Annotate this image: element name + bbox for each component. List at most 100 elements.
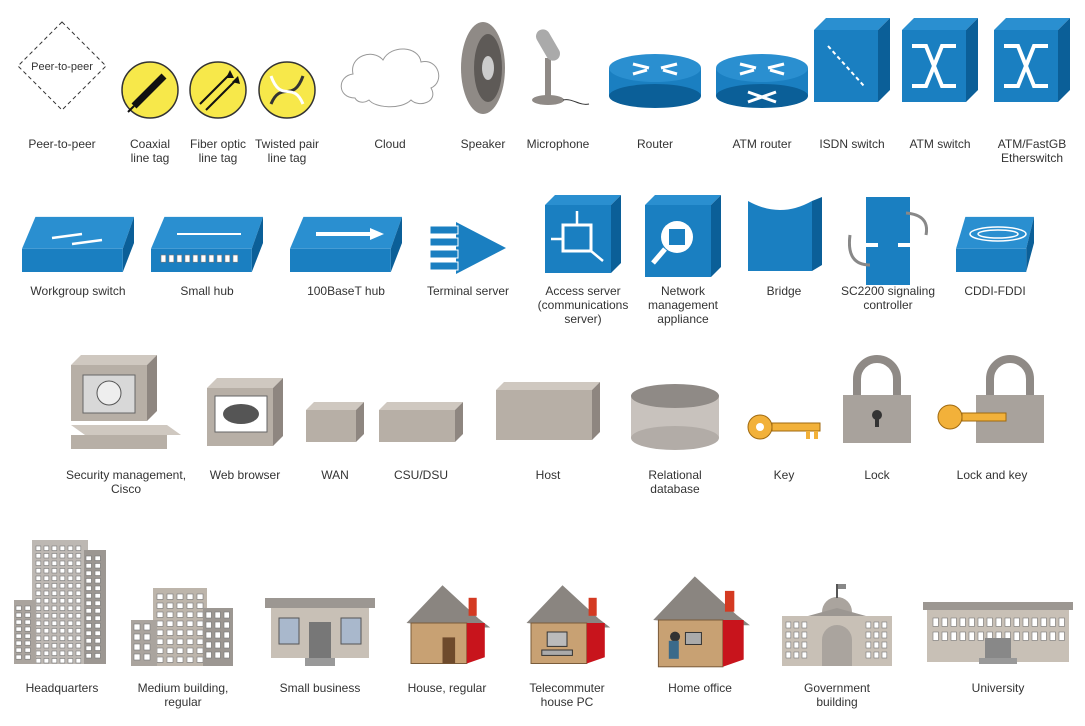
shape-medium-building-regular[interactable] [131,580,235,666]
shape-label: Microphone [526,137,590,151]
shape-label: Government building [803,681,871,709]
atm-router-icon [716,54,808,108]
shape-coaxial-line-tag[interactable] [120,60,180,120]
shape-host[interactable] [496,382,600,440]
shape-twisted-pair-line-tag[interactable] [257,60,317,120]
shape-label: Home office [668,681,732,695]
shape-label: Host [535,468,561,482]
shape-peer-to-peer[interactable]: Peer-to-peer [14,18,110,114]
shape-label: ISDN switch [819,137,885,151]
shape-label: Small hub [180,284,234,298]
shape-government-building[interactable] [782,582,892,666]
lock-and-key-icon [937,355,1044,443]
shape-atm-switch[interactable] [902,18,978,102]
shape-label: WAN [321,468,349,482]
house-icon [406,585,491,664]
speaker-icon [461,22,505,114]
router-icon [609,54,701,108]
shape-label: Web browser [209,468,281,482]
shape-workgroup-switch[interactable] [22,214,134,272]
shape-university[interactable] [923,602,1073,666]
government-building-icon [782,584,892,666]
shape-label: Speaker [460,137,506,151]
shape-label: Lock [864,468,890,482]
shape-label: Network management appliance [647,284,719,326]
shape-label: Terminal server [426,284,510,298]
shape-100baset-hub[interactable] [290,214,402,272]
shape-label: Small business [279,681,361,695]
relational-database-icon [631,384,719,450]
shape-label: CSU/DSU [393,468,449,482]
shape-cddi-fddi[interactable] [956,214,1034,272]
shape-label: Medium building, regular [137,681,229,709]
shape-label: House, regular [407,681,487,695]
shape-label: ATM switch [909,137,971,151]
host-icon [496,382,600,440]
shape-wan[interactable] [306,402,364,442]
terminal-server-icon [429,222,506,274]
workgroup-switch-icon [22,216,134,272]
shape-cloud[interactable] [335,40,445,110]
microphone-icon [532,29,590,105]
shape-relational-database[interactable] [629,382,721,452]
university-icon [923,602,1073,664]
shape-network-management-appliance[interactable] [645,195,721,277]
peer-to-peer-icon: Peer-to-peer [17,21,107,111]
shape-terminal-server[interactable] [428,218,508,278]
100baset-hub-icon [290,216,402,272]
home-office-icon [653,576,750,668]
isdn-switch-icon [814,18,890,102]
medium-building-icon [131,588,233,666]
atm-switch-icon [902,18,978,102]
shape-label: Security management, Cisco [65,468,187,496]
atm-fastgb-etherswitch-icon [994,18,1070,102]
shape-sc2200-signaling-controller[interactable] [848,195,928,287]
shape-atm-router[interactable] [714,50,810,110]
shape-headquarters[interactable] [14,520,110,666]
shape-label: CDDI-FDDI [964,284,1026,298]
shape-speaker[interactable] [458,18,508,118]
shape-small-business[interactable] [265,598,375,666]
small-business-icon [265,598,375,666]
shape-fiber-optic-line-tag[interactable] [188,60,248,120]
lock-icon [843,355,911,443]
small-hub-icon [151,216,263,272]
shape-home-office[interactable] [648,568,752,672]
shape-lock[interactable] [839,355,915,445]
fiber-tag-icon [189,61,247,119]
access-server-icon [545,195,621,273]
wan-icon [306,402,364,442]
network-management-icon [645,195,721,277]
shape-house-regular[interactable] [402,578,492,668]
shape-web-browser[interactable] [207,378,283,456]
shape-csu-dsu[interactable] [379,402,463,442]
shape-telecommuter-house-pc[interactable] [522,578,612,668]
shape-access-server-communications-server[interactable] [545,195,621,273]
shape-label: Bridge [766,284,802,298]
key-icon [747,414,821,440]
shape-label: Access server (communications server) [537,284,629,326]
shape-microphone[interactable] [523,18,593,108]
headquarters-icon [14,540,106,664]
shape-label: Router [636,137,674,151]
shape-label: University [971,681,1025,695]
shape-label: Lock and key [956,468,1028,482]
shape-label: Telecommuter house PC [529,681,605,709]
svg-text:Peer-to-peer: Peer-to-peer [31,61,93,73]
shape-label: Relational database [648,468,702,496]
shape-label: Cloud [374,137,406,151]
shape-key[interactable] [746,410,822,444]
telecommuter-house-icon [526,585,611,664]
twisted-tag-icon [258,61,316,119]
shape-atm-fastgb-etherswitch[interactable] [994,18,1070,102]
shape-router[interactable] [607,50,703,110]
shape-label: Headquarters [25,681,99,695]
shape-label: ATM/FastGB Etherswitch [997,137,1067,165]
shape-lock-and-key[interactable] [936,355,1048,447]
shape-isdn-switch[interactable] [814,18,890,102]
shape-label: Coaxial line tag [129,137,171,165]
shape-security-management-cisco[interactable] [71,355,181,450]
shape-small-hub[interactable] [151,214,263,272]
shape-label: Fiber optic line tag [189,137,247,165]
shape-bridge[interactable] [746,195,822,273]
